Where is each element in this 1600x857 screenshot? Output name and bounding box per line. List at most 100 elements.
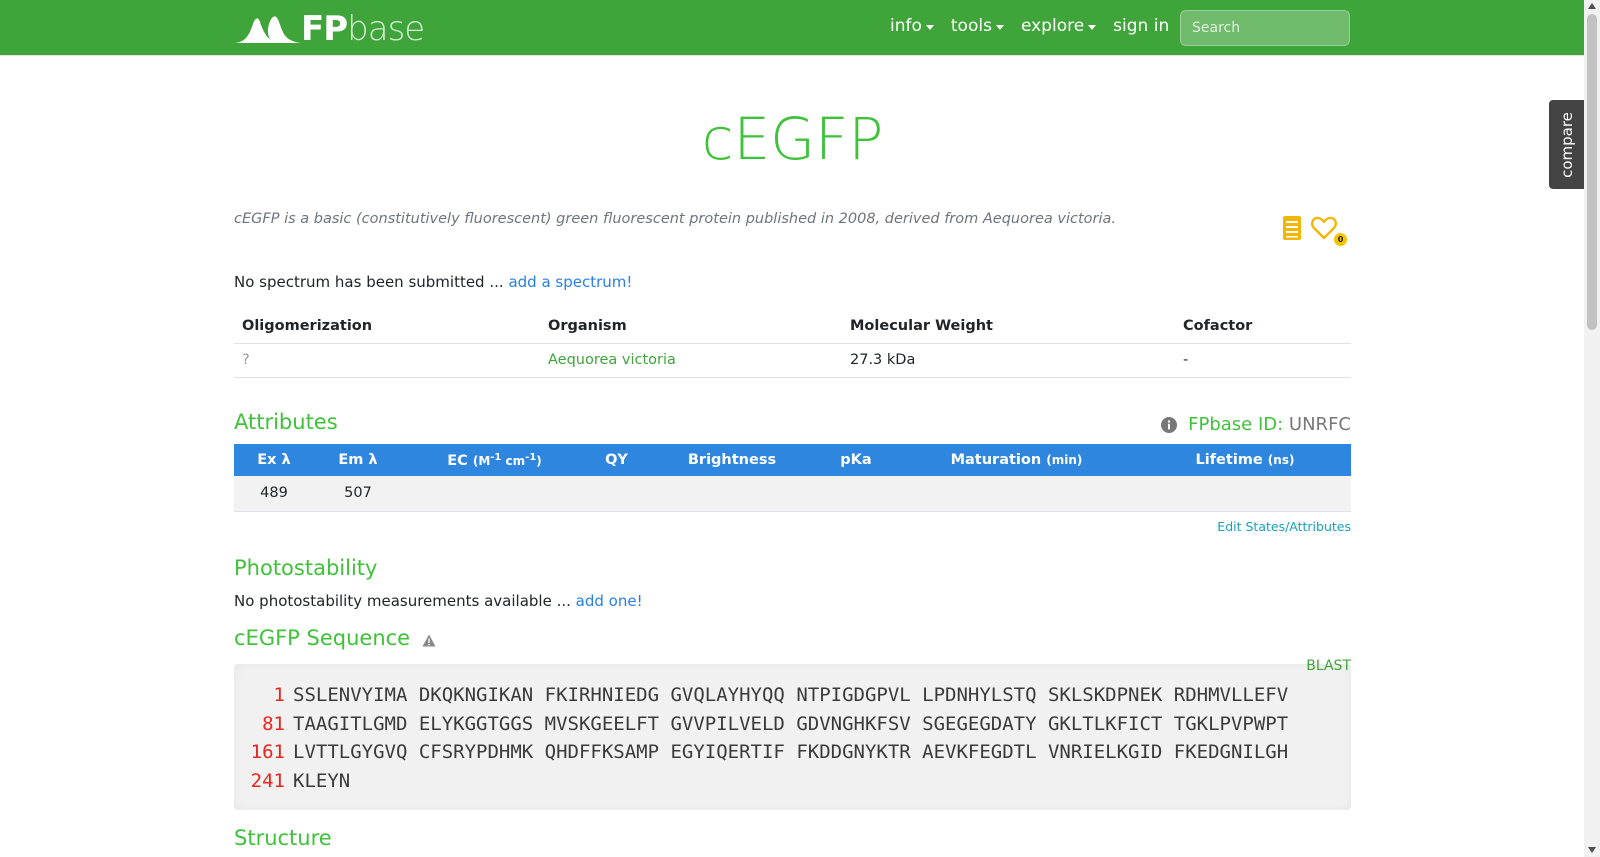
ex-header: Ex λ: [234, 444, 314, 476]
organism-cell: Aequorea victoria: [540, 343, 842, 378]
table-row: ? Aequorea victoria 27.3 kDa -: [234, 343, 1351, 378]
sequence-box: 1 SSLENVYIMA DKQKNGIKAN FKIRHNIEDG GVQLAY…: [234, 664, 1351, 810]
compare-tab-label: compare: [1557, 111, 1576, 178]
molecular-weight-header: Molecular Weight: [842, 309, 1175, 344]
organism-link[interactable]: Aequorea victoria: [548, 352, 676, 368]
sequence-heading: cEGFP Sequence: [234, 626, 411, 650]
fpbase-id: FPbase ID: UNRFC: [1160, 414, 1351, 435]
sequence-row-text: LVTTLGYGVQ CFSRYPDHMK QHDFFKSAMP EGYIQER…: [293, 741, 1289, 763]
maturation-value: [894, 476, 1139, 512]
add-photostability-link[interactable]: add one!: [576, 592, 643, 610]
brightness-value: [646, 476, 818, 512]
structure-heading: Structure: [234, 826, 332, 850]
sequence-row-text: SSLENVYIMA DKQKNGIKAN FKIRHNIEDG GVQLAYH…: [293, 684, 1289, 706]
sequence-row: 241 KLEYN: [234, 767, 351, 796]
oligomerization-value: ?: [234, 343, 540, 378]
molecular-weight-value: 27.3 kDa: [842, 343, 1175, 378]
caret-down-icon: [1088, 24, 1097, 30]
nav-tools-label: tools: [950, 16, 992, 36]
ec-unit-part: (M: [472, 453, 491, 468]
no-photostability-message: No photostability measurements available…: [234, 592, 643, 610]
table-row: 489 507: [234, 476, 1351, 512]
maturation-header: Maturation (min): [894, 444, 1139, 476]
pka-header: pKa: [818, 444, 894, 476]
brand-fp-text: FP: [301, 9, 348, 49]
nav-links: info tools explore sign in: [890, 16, 1186, 36]
nav-info-label: info: [890, 16, 922, 36]
fpbase-id-label: FPbase ID:: [1188, 414, 1284, 435]
brand-home-link[interactable]: FP base: [235, 9, 425, 49]
nav-tools-dropdown[interactable]: tools: [951, 16, 1004, 36]
sequence-row-text: TAAGITLGMD ELYKGGTGGS MVSKGEELFT GVVPILV…: [293, 713, 1289, 735]
page-title: cEGFP: [701, 105, 884, 173]
ec-unit-sup: -1: [490, 451, 502, 463]
favorite-count-badge: 0: [1334, 233, 1347, 246]
no-spectrum-message: No spectrum has been submitted ... add a…: [234, 273, 632, 291]
pka-value: [818, 476, 894, 512]
ec-value: [402, 476, 587, 512]
attributes-header-row: Ex λ Em λ EC (M-1 cm-1) QY Brightness pK…: [234, 444, 1351, 476]
ec-unit-part: ): [536, 453, 542, 468]
protein-info-table: Oligomerization Organism Molecular Weigh…: [234, 309, 1351, 378]
brightness-header: Brightness: [646, 444, 818, 476]
em-value: 507: [314, 476, 402, 512]
sequence-row: 161 LVTTLGYGVQ CFSRYPDHMK QHDFFKSAMP EGYI…: [234, 738, 1289, 767]
compare-tab[interactable]: compare: [1549, 100, 1584, 189]
fpbase-id-value: UNRFC: [1288, 414, 1351, 435]
sequence-row-text: KLEYN: [293, 770, 351, 792]
nav-sign-in-label: sign in: [1113, 16, 1170, 36]
ec-unit-part: cm: [501, 453, 526, 468]
caret-down-icon: [995, 24, 1004, 30]
nav-info-dropdown[interactable]: info: [890, 16, 934, 36]
no-photostability-text: No photostability measurements available…: [234, 592, 571, 610]
cofactor-header: Cofactor: [1175, 309, 1351, 344]
lifetime-value: [1139, 476, 1351, 512]
book-icon[interactable]: [1282, 215, 1302, 241]
sequence-row-number: 81: [262, 713, 285, 735]
ex-value: 489: [234, 476, 314, 512]
sequence-row: 1 SSLENVYIMA DKQKNGIKAN FKIRHNIEDG GVQLAY…: [234, 681, 1289, 710]
lifetime-unit: (ns): [1267, 453, 1295, 467]
lifetime-label: Lifetime: [1195, 452, 1263, 468]
brand-logo-icon: [235, 16, 301, 43]
sequence-row-number: 1: [273, 684, 285, 706]
search-input[interactable]: [1180, 10, 1350, 46]
sequence-row-number: 241: [250, 770, 285, 792]
maturation-label: Maturation: [950, 452, 1042, 468]
em-header: Em λ: [314, 444, 402, 476]
nav-explore-dropdown[interactable]: explore: [1020, 16, 1097, 36]
nav-sign-in-link[interactable]: sign in: [1113, 16, 1169, 36]
oligomerization-header: Oligomerization: [234, 309, 540, 344]
ec-header: EC (M-1 cm-1): [402, 444, 587, 476]
edit-states-attributes-link[interactable]: Edit States/Attributes: [1100, 519, 1351, 534]
no-spectrum-text: No spectrum has been submitted ...: [234, 273, 504, 291]
qy-header: QY: [587, 444, 646, 476]
blast-link[interactable]: BLAST: [1300, 658, 1351, 674]
caret-down-icon: [925, 24, 934, 30]
photostability-heading: Photostability: [234, 556, 378, 580]
attributes-heading: Attributes: [234, 410, 338, 434]
ec-unit-sup: -1: [525, 451, 537, 463]
cofactor-value: -: [1175, 343, 1351, 378]
scrollbar-thumb[interactable]: [1587, 14, 1597, 330]
qy-value: [587, 476, 646, 512]
sequence-row: 81 TAAGITLGMD ELYKGGTGGS MVSKGEELFT GVVPI…: [234, 710, 1288, 739]
attributes-table: Ex λ Em λ EC (M-1 cm-1) QY Brightness pK…: [234, 444, 1351, 512]
organism-header: Organism: [540, 309, 842, 344]
scroll-down-arrow-icon[interactable]: [1588, 847, 1596, 853]
table-header-row: Oligomerization Organism Molecular Weigh…: [234, 309, 1351, 344]
navbar: FP base info tools explore sign in: [0, 0, 1584, 56]
page-scrollbar[interactable]: [1584, 0, 1600, 857]
lifetime-header: Lifetime (ns): [1139, 444, 1351, 476]
maturation-unit: (min): [1046, 453, 1083, 467]
ec-unit: (M-1 cm-1): [472, 451, 542, 468]
add-spectrum-link[interactable]: add a spectrum!: [508, 273, 632, 291]
brand-base-text: base: [347, 9, 425, 49]
sequence-row-number: 161: [250, 741, 285, 763]
scroll-up-arrow-icon[interactable]: [1588, 3, 1596, 9]
nav-explore-label: explore: [1020, 16, 1085, 36]
protein-description: cEGFP is a basic (constitutively fluores…: [234, 211, 1116, 227]
warning-triangle-icon[interactable]: [422, 634, 436, 647]
heart-icon[interactable]: [1311, 216, 1337, 240]
ec-header-label: EC: [447, 452, 468, 469]
